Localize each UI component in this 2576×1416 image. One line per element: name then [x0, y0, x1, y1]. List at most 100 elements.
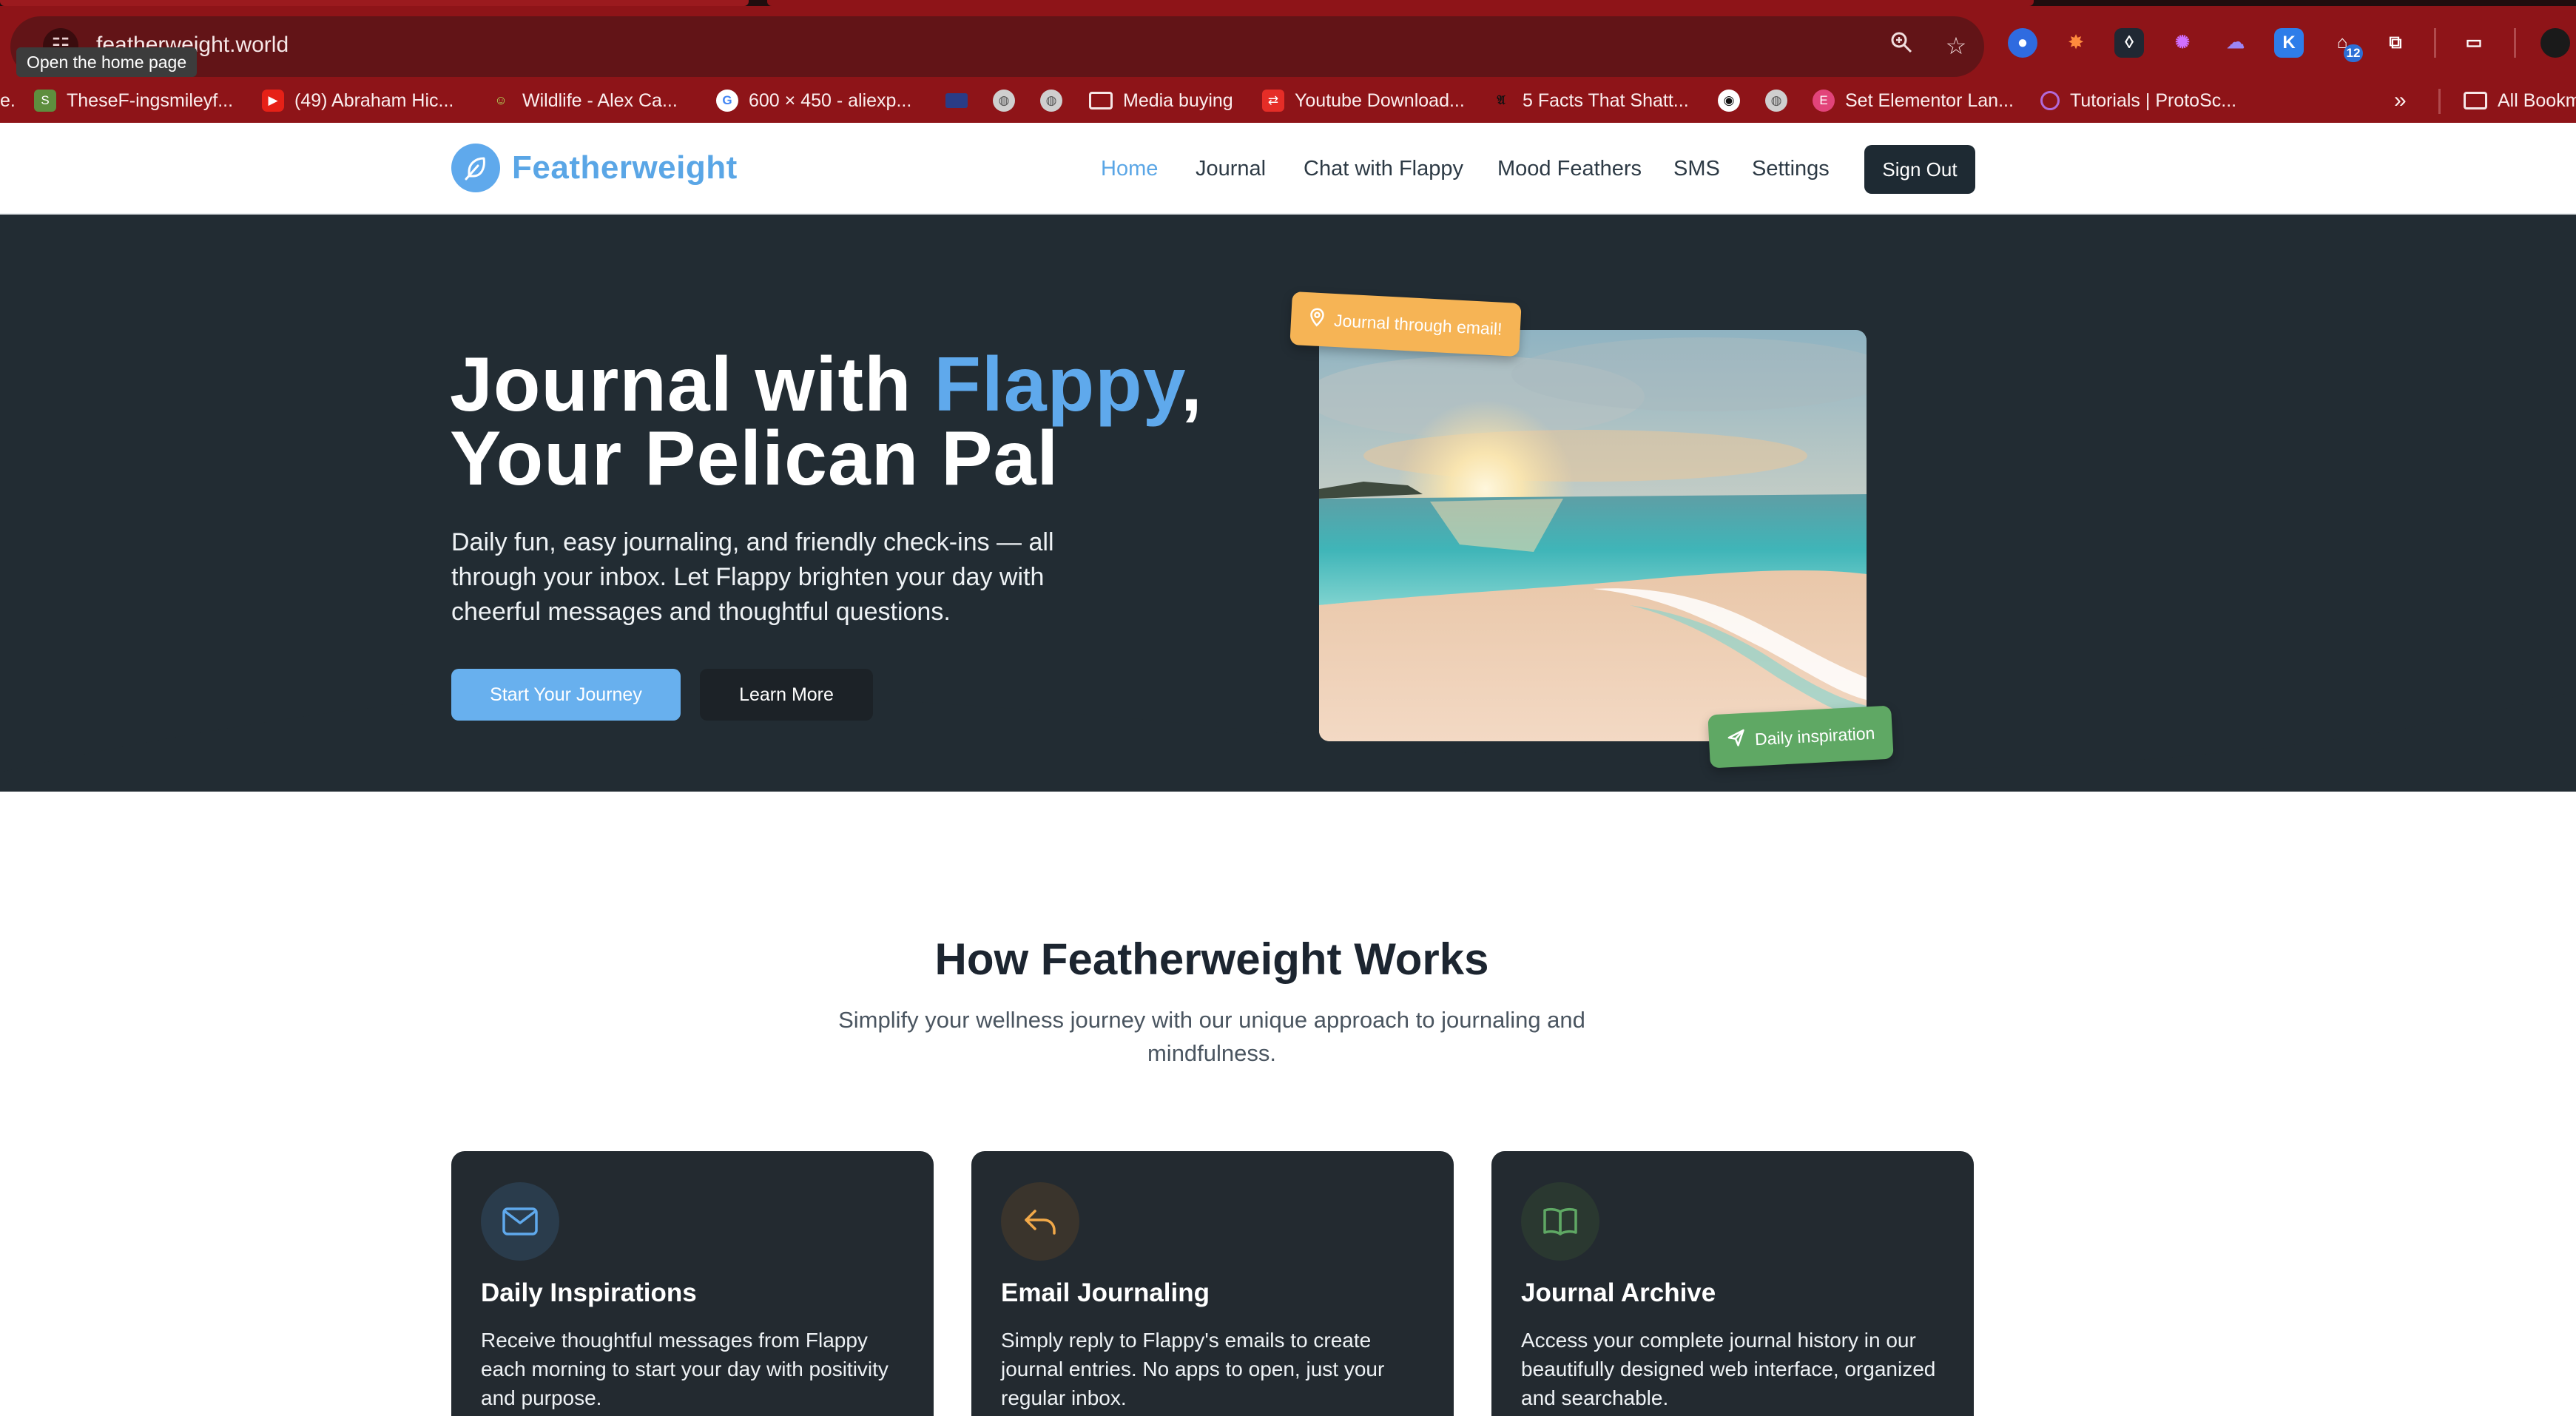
card-text: Access your complete journal history in …: [1521, 1329, 1936, 1409]
mail-icon: [481, 1182, 559, 1261]
bookmark-item[interactable]: ◉: [1718, 86, 1740, 115]
bookmark-item[interactable]: E Set Elementor Lan...: [1813, 86, 2014, 115]
hero-title-part: Journal with: [450, 342, 934, 428]
globe-icon: ◍: [1040, 90, 1062, 112]
bookmark-item[interactable]: [945, 86, 968, 115]
section-subtitle: Simplify your wellness journey with our …: [838, 1007, 1585, 1066]
reply-icon: [1001, 1182, 1079, 1261]
extension-badge: 12: [2344, 44, 2363, 62]
hero-title: Journal with Flappy, Your Pelican Pal: [450, 346, 1203, 497]
book-icon: [1521, 1182, 1599, 1261]
zoom-icon[interactable]: [1885, 30, 1918, 62]
bookmark-item[interactable]: ⇄ Youtube Download...: [1262, 86, 1465, 115]
bookmarks-bar: e. S TheseF-ingsmileyf... ▶ (49) Abraham H…: [0, 78, 2576, 123]
nav-settings[interactable]: Settings: [1752, 157, 1830, 181]
shopify-icon: S: [34, 90, 56, 112]
bookmark-label: e.: [0, 90, 16, 111]
divider: [2434, 28, 2436, 58]
extension-fox-icon[interactable]: ✸: [2061, 28, 2091, 58]
bookmark-item[interactable]: ◍: [993, 86, 1015, 115]
nav-journal[interactable]: Journal: [1196, 157, 1266, 181]
card-title: Daily Inspirations: [481, 1278, 697, 1307]
nav-sms[interactable]: SMS: [1673, 157, 1720, 181]
bookmark-star-icon[interactable]: ☆: [1940, 30, 1972, 62]
card-text: Simply reply to Flappy's emails to creat…: [1001, 1329, 1385, 1409]
bookmark-item[interactable]: 𝔄 5 Facts That Shatt...: [1490, 86, 1689, 115]
bookmark-label: 5 Facts That Shatt...: [1523, 90, 1689, 111]
card-text: Receive thoughtful messages from Flappy …: [481, 1329, 889, 1409]
daily-inspiration-badge: Daily inspiration: [1707, 705, 1895, 769]
browser-toolbar: ☷ featherweight.world ☆ Open the home pa…: [0, 6, 2576, 123]
feature-card-journal-archive: Journal Archive Access your complete jou…: [1491, 1151, 1974, 1416]
bookmark-item[interactable]: ☺ Wildlife - Alex Ca...: [490, 86, 678, 115]
daily-inspiration-label: Daily inspiration: [1754, 723, 1875, 749]
extension-house-icon[interactable]: ⌂ 12: [2327, 28, 2363, 62]
bookmarks-overflow-chevron-icon[interactable]: »: [2394, 86, 2407, 115]
site-header: Featherweight Home Journal Chat with Fla…: [0, 123, 2576, 215]
extension-shield-icon[interactable]: ◊: [2114, 28, 2144, 58]
journal-email-label: Journal through email!: [1333, 310, 1503, 339]
address-bar[interactable]: ☷ featherweight.world ☆: [10, 16, 1984, 77]
hero-subtitle: Daily fun, easy journaling, and friendly…: [451, 528, 1054, 626]
bookmark-item[interactable]: ◍: [1040, 86, 1062, 115]
location-pin-icon: [1308, 307, 1326, 331]
bookmark-item[interactable]: Tutorials | ProtoSc...: [2040, 86, 2236, 115]
start-journey-button[interactable]: Start Your Journey: [451, 669, 681, 721]
brand-name: Featherweight: [512, 149, 738, 186]
brand-logo[interactable]: Featherweight: [451, 144, 738, 192]
extension-k-icon[interactable]: K: [2274, 28, 2304, 58]
extension-icon[interactable]: ●: [2008, 28, 2037, 58]
bookmark-label: All Bookm: [2498, 90, 2576, 111]
nav-mood-feathers[interactable]: Mood Feathers: [1497, 157, 1642, 181]
circle-icon: ◉: [1718, 90, 1740, 112]
bookmark-label: Tutorials | ProtoSc...: [2070, 90, 2237, 111]
active-tab-edge[interactable]: [0, 0, 749, 6]
card-title: Email Journaling: [1001, 1278, 1210, 1307]
bookmark-item[interactable]: e.: [0, 86, 16, 115]
tab-search-icon[interactable]: ▭: [2459, 28, 2489, 58]
extension-ghost-icon[interactable]: ☁: [2221, 28, 2250, 58]
nav-chat-with-flappy[interactable]: Chat with Flappy: [1304, 157, 1463, 181]
bookmark-folder[interactable]: Media buying: [1089, 86, 1233, 115]
elementor-icon: E: [1813, 90, 1835, 112]
profile-avatar[interactable]: [2540, 28, 2570, 58]
section-title: How Featherweight Works: [934, 934, 1489, 984]
globe-icon: ◍: [1765, 90, 1787, 112]
download-icon: ⇄: [1262, 90, 1284, 112]
feature-card-daily-inspirations: Daily Inspirations Receive thoughtful me…: [451, 1151, 934, 1416]
nav-home[interactable]: Home: [1101, 157, 1158, 181]
send-icon: [1726, 728, 1747, 752]
protoscript-icon: [2040, 91, 2060, 110]
bookmark-label: (49) Abraham Hic...: [294, 90, 454, 111]
bookmark-folder[interactable]: All Bookm: [2464, 86, 2576, 115]
tab-edge[interactable]: [767, 0, 2034, 6]
feather-icon: [451, 144, 500, 192]
bookmark-label: Set Elementor Lan...: [1845, 90, 2014, 111]
bookmark-label: Media buying: [1123, 90, 1233, 111]
flag-icon: [945, 93, 968, 108]
bookmark-item[interactable]: S TheseF-ingsmileyf...: [34, 86, 233, 115]
google-icon: G: [716, 90, 738, 112]
hero-title-line2: Your Pelican Pal: [450, 416, 1059, 502]
youtube-icon: ▶: [262, 90, 284, 112]
tab-strip: [0, 0, 2576, 6]
folder-icon: [2464, 92, 2487, 109]
extensions-puzzle-icon[interactable]: ⧉: [2381, 28, 2410, 58]
wildlife-icon: ☺: [494, 93, 508, 107]
bookmark-label: Wildlife - Alex Ca...: [522, 90, 678, 111]
sign-out-button[interactable]: Sign Out: [1864, 145, 1975, 194]
beach-sunset-image: [1319, 330, 1867, 741]
hero-wave: [0, 607, 2576, 772]
hero-title-part: ,: [1180, 342, 1203, 428]
bookmark-item[interactable]: G 600 × 450 - aliexp...: [716, 86, 911, 115]
bookmark-label: TheseF-ingsmileyf...: [67, 90, 234, 111]
hero-title-accent: Flappy: [934, 342, 1181, 428]
bookmark-item[interactable]: ▶ (49) Abraham Hic...: [262, 86, 454, 115]
bookmark-item[interactable]: ◍: [1765, 86, 1787, 115]
extension-star-icon[interactable]: ✺: [2168, 28, 2197, 58]
divider: [2514, 28, 2516, 58]
tooltip: Open the home page: [16, 47, 198, 77]
card-title: Journal Archive: [1521, 1278, 1716, 1307]
gothic-icon: 𝔄: [1497, 93, 1506, 107]
learn-more-button[interactable]: Learn More: [700, 669, 873, 721]
